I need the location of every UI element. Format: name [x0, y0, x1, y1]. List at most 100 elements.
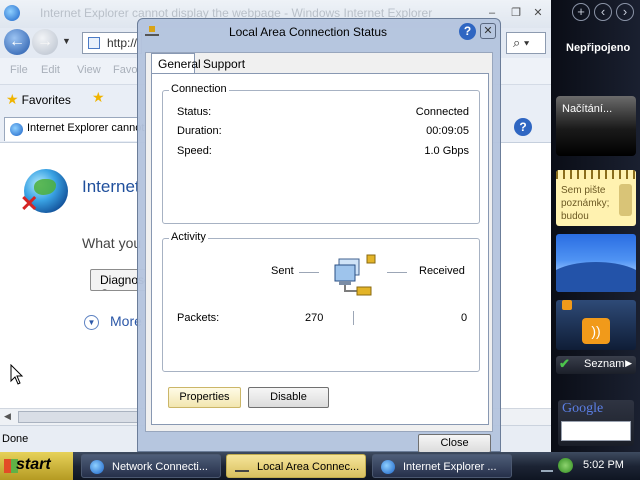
packets-divider — [353, 311, 354, 325]
feed-gadget[interactable]: )) — [556, 300, 636, 350]
ie-icon — [381, 460, 395, 474]
small-rss-icon — [562, 300, 572, 310]
favorites-button[interactable]: ★ Favorites — [6, 91, 71, 108]
google-logo: Google — [562, 401, 604, 416]
page-icon — [88, 37, 100, 49]
menu-edit[interactable]: Edit — [41, 64, 60, 76]
start-label: start — [16, 456, 51, 473]
tab-support[interactable]: Support — [197, 54, 247, 74]
duration-value: 00:09:05 — [426, 125, 469, 137]
address-text[interactable]: http:// — [107, 36, 137, 50]
address-bar[interactable]: http:// — [82, 32, 142, 54]
dialog-title: Local Area Connection Status — [228, 25, 388, 39]
disable-button[interactable]: Disable — [248, 387, 329, 408]
menu-view[interactable]: View — [77, 64, 101, 76]
speed-value: 1.0 Gbps — [424, 145, 469, 157]
ie-logo-icon — [4, 5, 20, 21]
forward-button[interactable]: → — [32, 29, 58, 55]
windows-sidebar: + ‹ › Nepřipojeno Načítání... Sem pište … — [551, 0, 640, 452]
dialog-body: General Support Connection Status: Conne… — [145, 52, 493, 432]
dialog-help-icon[interactable]: ? — [459, 23, 476, 40]
slideshow-gadget[interactable] — [556, 234, 636, 292]
notes-text: Sem pište poznámky; budou — [561, 185, 610, 222]
properties-button[interactable]: Properties — [168, 387, 241, 408]
connection-group: Connection Status: Connected Duration: 0… — [162, 83, 480, 224]
close-icon[interactable]: ✕ — [530, 5, 546, 21]
google-gadget: Google — [558, 400, 634, 446]
connection-status-dialog: Local Area Connection Status ? ✕ General… — [137, 18, 501, 453]
packets-sent-value: 270 — [305, 312, 324, 324]
packets-received-value: 0 — [461, 312, 468, 324]
restore-icon[interactable]: ❐ — [508, 5, 524, 21]
favorites-label: Favorites — [21, 93, 71, 107]
dialog-title-bar[interactable]: Local Area Connection Status ? ✕ — [138, 19, 500, 47]
speed-row: Speed: 1.0 Gbps — [177, 145, 469, 161]
dialog-close-icon[interactable]: ✕ — [480, 23, 496, 39]
rss-icon: )) — [582, 318, 610, 344]
seznam-gadget[interactable]: ✔ Seznam ▶ — [556, 356, 636, 374]
network-status-gadget: Nepřipojeno — [566, 42, 631, 54]
star-icon: ★ — [6, 91, 19, 107]
duration-label: Duration: — [177, 125, 222, 137]
error-x-icon: ✕ — [20, 191, 39, 216]
next-gadget-icon[interactable]: › — [616, 3, 634, 21]
seznam-label: Seznam — [584, 358, 625, 370]
search-button[interactable]: ⌕ ▾ — [506, 32, 546, 54]
back-button[interactable]: ← — [4, 29, 30, 55]
tab-general[interactable]: General — [151, 53, 201, 75]
sent-line — [299, 272, 319, 273]
google-search-input[interactable] — [561, 421, 631, 441]
taskbar-item-internet-explorer[interactable]: Internet Explorer ... — [372, 454, 512, 478]
sent-label: Sent — [271, 265, 294, 277]
received-label: Received — [419, 265, 465, 277]
previous-gadget-icon[interactable]: ‹ — [594, 3, 612, 21]
loading-text: Načítání... — [562, 103, 613, 115]
taskbar-item-label: Network Connecti... — [112, 461, 208, 473]
taskbar-item-network-connections[interactable]: Network Connecti... — [81, 454, 221, 478]
status-label: Status: — [177, 106, 212, 118]
scroll-left-icon[interactable]: ◀ — [4, 411, 11, 422]
tray-network-icon[interactable] — [541, 460, 553, 472]
status-value: Connected — [415, 106, 469, 118]
mountain-image — [556, 262, 636, 292]
network-connections-icon — [90, 460, 104, 474]
ie-page-icon — [10, 123, 23, 136]
loading-gadget: Načítání... — [556, 96, 636, 156]
status-row: Status: Connected — [177, 106, 469, 122]
add-favorite-icon[interactable]: ★ — [92, 89, 105, 107]
status-text: Done — [2, 433, 29, 445]
ie-tab[interactable]: Internet Explorer cannot... — [4, 117, 154, 141]
checkmark-icon: ✔ — [559, 356, 570, 371]
tray-app-icon[interactable] — [558, 458, 573, 473]
start-button[interactable]: start — [0, 452, 73, 480]
clock[interactable]: 5:02 PM — [583, 459, 624, 471]
expand-icon[interactable]: ▼ — [84, 315, 99, 330]
notes-rings — [556, 170, 636, 179]
connection-group-label: Connection — [169, 83, 229, 95]
arrow-right-icon: ▶ — [625, 358, 632, 368]
notes-tab — [619, 184, 632, 216]
taskbar-item-label: Internet Explorer ... — [403, 461, 497, 473]
taskbar-item-label: Local Area Connec... — [257, 461, 360, 473]
notes-gadget[interactable]: Sem pište poznámky; budou — [556, 170, 636, 226]
taskbar-item-local-area-connection[interactable]: Local Area Connec... — [226, 454, 366, 478]
close-button[interactable]: Close — [418, 434, 491, 453]
add-gadget-icon[interactable]: + — [572, 3, 590, 21]
scrollbar-thumb[interactable] — [18, 411, 140, 423]
ie-tab-title: Internet Explorer cannot... — [27, 122, 154, 134]
received-line — [387, 272, 407, 273]
history-dropdown-icon[interactable]: ▼ — [62, 36, 71, 46]
taskbar: start Network Connecti... Local Area Con… — [0, 452, 640, 480]
activity-group-label: Activity — [169, 231, 208, 243]
menu-file[interactable]: File — [10, 64, 28, 76]
activity-group: Activity Sent Received Packets: 270 0 — [162, 231, 480, 372]
network-activity-icon — [334, 254, 376, 296]
help-icon[interactable]: ? — [514, 118, 532, 136]
search-icon: ⌕ ▾ — [513, 35, 530, 50]
duration-row: Duration: 00:09:05 — [177, 125, 469, 141]
menu-favorites[interactable]: Favo — [113, 64, 137, 76]
general-panel: Connection Status: Connected Duration: 0… — [151, 73, 489, 425]
speed-label: Speed: — [177, 145, 212, 157]
packets-label: Packets: — [177, 312, 220, 324]
lan-icon — [235, 462, 249, 472]
